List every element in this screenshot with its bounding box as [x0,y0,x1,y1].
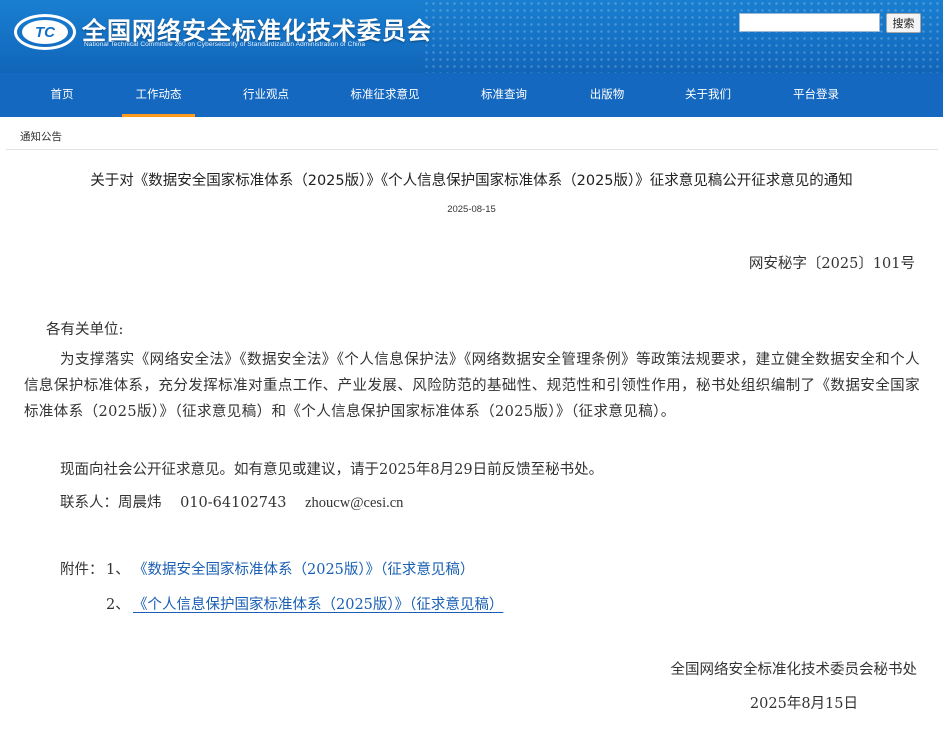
nav-item-publications[interactable]: 出版物 [577,73,637,117]
contact-person: 联系人：周晨炜 [60,495,162,511]
attachment-2-link[interactable]: 《个人信息保护国家标准体系（2025版）》（征求意见稿） [133,593,503,614]
contact-email: zhoucw@cesi.cn [305,495,404,511]
attachment-1-link[interactable]: 《数据安全国家标准体系（2025版）》（征求意见稿） [133,558,474,579]
article-date: 2025-08-15 [447,204,496,215]
nav-item-industry-views[interactable]: 行业观点 [230,73,302,117]
attachment-1-number: 1、 [106,562,130,578]
nav-item-standards-search[interactable]: 标准查询 [468,73,540,117]
breadcrumb: 通知公告 [6,118,938,150]
signature-organization: 全国网络安全标准化技术委员会秘书处 [670,662,918,678]
site-header: TC 全国网络安全标准化技术委员会 National Technical Com… [0,0,943,73]
breadcrumb-item-notices[interactable]: 通知公告 [20,129,62,144]
paragraph-2: 现面向社会公开征求意见。如有意见或建议，请于2025年8月29日前反馈至秘书处。 [60,462,604,478]
search-button[interactable]: 搜索 [886,13,921,33]
site-subtitle: National Technical Committee 260 on Cybe… [84,41,366,48]
signature-date: 2025年8月15日 [749,696,858,712]
header-dot-pattern [423,0,943,73]
salutation: 各有关单位: [46,322,124,338]
paragraph-1: 为支撑落实《网络安全法》《数据安全法》《个人信息保护法》《网络数据安全管理条例》… [24,352,920,420]
contact-phone: 010-64102743 [180,495,287,511]
contact-info: 联系人：周晨炜 010-64102743 zhoucw@cesi.cn [60,491,417,512]
nav-item-about-us[interactable]: 关于我们 [673,73,743,117]
nav-item-work-news[interactable]: 工作动态 [122,73,195,117]
nav-item-platform-login[interactable]: 平台登录 [781,73,851,117]
nav-item-standards-comments[interactable]: 标准征求意见 [342,73,428,117]
article-title: 关于对《数据安全国家标准体系（2025版）》《个人信息保护国家标准体系（2025… [90,173,853,189]
attachments-label: 附件： [60,562,104,578]
document-number: 网安秘字〔2025〕101号 [748,256,915,272]
search-input[interactable] [739,13,880,32]
logo-text: TC [22,20,68,44]
main-nav: 首页 工作动态 行业观点 标准征求意见 标准查询 出版物 关于我们 平台登录 [0,73,943,117]
attachment-2-number: 2、 [106,597,130,613]
nav-item-home[interactable]: 首页 [27,73,97,117]
logo-icon[interactable]: TC [14,14,76,50]
